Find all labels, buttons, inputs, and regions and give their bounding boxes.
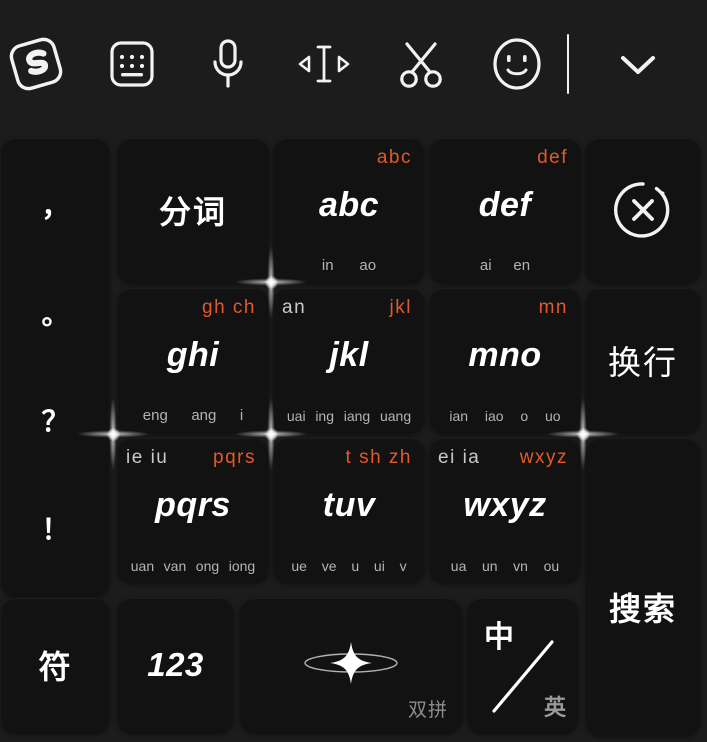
sogou-ime-keyboard: ， 。 ？ ！ 分词 abc abc in ao def def ai en g…	[0, 0, 707, 742]
keypad: ， 。 ？ ！ 分词 abc abc in ao def def ai en g…	[0, 128, 707, 742]
key-newline-label: 换行	[608, 344, 678, 381]
key-mno[interactable]: mn mno ian iao o uo	[430, 288, 580, 432]
key-abc-top-label: abc	[376, 147, 412, 168]
key-ghi[interactable]: gh ch ghi eng ang i	[118, 288, 268, 432]
punct-comma: ，	[41, 191, 70, 222]
delete-icon	[586, 138, 700, 282]
key-numbers[interactable]: 123	[118, 598, 233, 732]
key-language-primary: 中	[484, 621, 514, 654]
key-abc[interactable]: abc abc in ao	[274, 138, 424, 282]
key-language-secondary: 英	[543, 695, 566, 720]
key-space[interactable]: 双拼	[240, 598, 462, 732]
key-mno-top-label: mn	[538, 297, 568, 318]
punct-period: 。	[41, 299, 70, 330]
key-jkl[interactable]: an jkl jkl uai ing iang uang	[274, 288, 424, 432]
key-wxyz-main-label: wxyz	[463, 486, 547, 524]
sogou-logo-icon[interactable]	[0, 0, 72, 128]
cursor-move-icon[interactable]	[286, 0, 362, 128]
key-delete[interactable]	[586, 138, 700, 282]
key-symbol-label: 符	[38, 649, 73, 685]
key-language-toggle[interactable]: 中 英	[468, 598, 578, 732]
key-fenci[interactable]: 分词	[118, 138, 268, 282]
key-mno-main-label: mno	[468, 336, 542, 374]
clipboard-cut-icon[interactable]	[383, 0, 459, 128]
key-fenci-label: 分词	[158, 194, 227, 230]
punctuation-key[interactable]: ， 。 ？ ！	[2, 138, 109, 595]
key-wxyz-top-label: ei ia wxyz	[438, 447, 568, 468]
key-mno-finals: ian iao o uo	[449, 408, 561, 424]
key-ghi-top-label: gh ch	[202, 297, 256, 318]
key-symbol[interactable]: 符	[2, 598, 109, 732]
key-pqrs-top-label: ie iu pqrs	[126, 447, 256, 468]
key-search[interactable]: 搜索	[586, 438, 700, 735]
key-tuv-main-label: tuv	[322, 486, 376, 524]
key-jkl-main-label: jkl	[329, 336, 369, 374]
key-pqrs-finals: uan van ong iong	[130, 558, 256, 574]
key-wxyz[interactable]: ei ia wxyz wxyz ua un vn ou	[430, 438, 580, 582]
key-def-main-label: def	[478, 186, 532, 224]
collapse-keyboard-icon[interactable]	[600, 0, 676, 128]
key-pqrs-main-label: pqrs	[155, 486, 231, 524]
keyboard-layout-icon[interactable]	[94, 0, 170, 128]
key-def[interactable]: def def ai en	[430, 138, 580, 282]
key-ghi-finals: eng ang i	[142, 407, 244, 424]
key-tuv-top-label: t sh zh	[345, 447, 412, 468]
key-space-label: 双拼	[407, 700, 448, 721]
key-jkl-top-label: an jkl	[282, 297, 412, 318]
key-pqrs[interactable]: ie iu pqrs pqrs uan van ong iong	[118, 438, 268, 582]
punct-exclamation: ！	[41, 514, 70, 545]
space-sparkle-icon	[240, 642, 462, 684]
key-numbers-label: 123	[147, 646, 204, 683]
key-def-top-label: def	[537, 147, 568, 168]
emoji-icon[interactable]	[479, 0, 555, 128]
key-abc-main-label: abc	[318, 186, 380, 224]
key-def-finals: ai en	[479, 257, 531, 274]
toolbar-divider	[567, 34, 569, 94]
key-search-label: 搜索	[608, 591, 677, 627]
key-tuv-finals: ue ve u ui v	[291, 558, 407, 574]
key-tuv[interactable]: t sh zh tuv ue ve u ui v	[274, 438, 424, 582]
key-ghi-main-label: ghi	[166, 336, 220, 374]
punct-question: ？	[41, 406, 70, 437]
voice-input-icon[interactable]	[190, 0, 266, 128]
key-wxyz-finals: ua un vn ou	[450, 558, 560, 574]
key-jkl-finals: uai ing iang uang	[286, 408, 412, 424]
key-abc-finals: in ao	[321, 257, 377, 274]
ime-toolbar	[0, 0, 707, 128]
key-newline[interactable]: 换行	[586, 288, 700, 432]
